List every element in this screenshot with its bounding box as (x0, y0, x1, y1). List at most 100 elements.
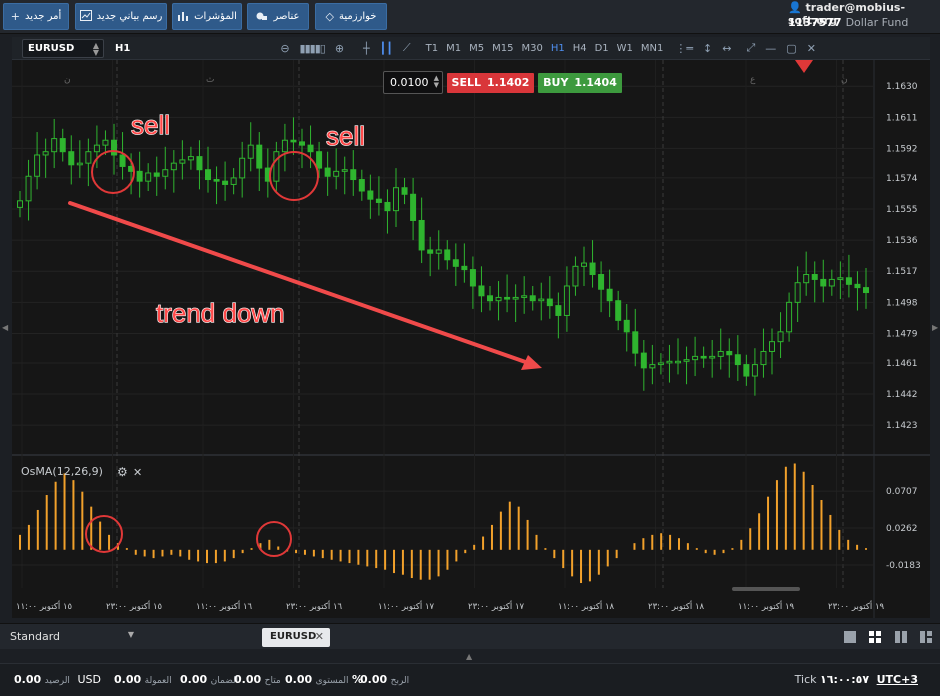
vertical-scale-icon[interactable]: ↕ (703, 42, 712, 55)
timezone-selector[interactable]: UTC+3 (877, 673, 918, 686)
line-chart-icon[interactable]: ⟋ (403, 41, 411, 55)
new-chart-label: رسم بياني جديد (96, 11, 163, 22)
candle-body (589, 262, 596, 276)
chart-svg[interactable]: 1.1630 1.1611 1.1592 1.1574 1.1555 1.1536 1.15… (12, 60, 930, 618)
quantity-spinner-icon[interactable]: ▲ ▼ (434, 75, 439, 89)
chart-toolbar: EURUSD ▲ ▼ H1 ⊖ ▮▮▮▮▯ ⊕ ┼ ┃┃ ⟋ T1 M1 M5 M15 M… (12, 37, 930, 60)
buy-button[interactable]: BUY 1.1404 (538, 72, 622, 93)
available-label: متاح (264, 676, 281, 686)
candle-body (42, 151, 49, 156)
candle-body (760, 350, 767, 366)
crosshair-icon[interactable]: ⋮═ (675, 42, 693, 55)
time-tick-label: ١٦ أكتوبر ١١:٠٠ (196, 600, 253, 612)
time-tick-label: ١٦ أكتوبر ٢٣:٠٠ (286, 600, 343, 612)
quantity-input[interactable]: 0.0100 ▲ ▼ (383, 71, 443, 94)
symbol-tab[interactable]: EURUSD ✕ (262, 628, 330, 647)
candle-body (615, 300, 622, 321)
remove-indicator-icon[interactable]: ✕ (133, 466, 142, 479)
chart-area[interactable]: 1.1630 1.1611 1.1592 1.1574 1.1555 1.1536 1.15… (12, 60, 930, 618)
close-tab-icon[interactable]: ✕ (315, 630, 324, 643)
settings-icon[interactable]: ⚙ (117, 465, 128, 479)
candle-body (529, 295, 536, 302)
commission-field: 0.00 العمولة (114, 673, 172, 686)
zoom-out-icon[interactable]: ⊖ (280, 42, 289, 55)
chart-scrollbar[interactable] (732, 587, 800, 591)
candle-body (316, 151, 323, 169)
candle-body (410, 193, 417, 221)
candle-body (692, 355, 699, 361)
price-tick-label: 1.1592 (886, 144, 918, 154)
candle-body (828, 278, 835, 287)
layout-rows-icon[interactable] (919, 630, 933, 644)
timeframe-h1[interactable]: H1 (551, 43, 565, 54)
symbol-selector[interactable]: EURUSD ▲ ▼ (22, 38, 104, 58)
candle-body (341, 169, 348, 172)
layout-grid-icon[interactable] (868, 630, 882, 644)
candle-body (162, 169, 169, 177)
candle-body (324, 167, 331, 177)
left-collapse-icon[interactable]: ◀ (2, 323, 8, 332)
candle-body (751, 364, 758, 377)
candle-body (247, 144, 254, 159)
timeframe-m1[interactable]: M1 (446, 43, 461, 54)
layout-single-icon[interactable] (843, 630, 857, 644)
timeframe-m5[interactable]: M5 (469, 43, 484, 54)
timeframe-t1[interactable]: T1 (426, 43, 438, 54)
candles-icon[interactable]: ┃┃ (380, 42, 393, 55)
time-tick-label: ١٧ أكتوبر ٢٣:٠٠ (468, 600, 525, 612)
objects-button[interactable]: عناصر (247, 3, 309, 30)
candle-body (350, 169, 357, 181)
account-fund: Dollar Fund (845, 16, 909, 29)
plus-icon: + (10, 10, 20, 23)
timeframe-h4[interactable]: H4 (573, 43, 587, 54)
candle-body (384, 201, 391, 212)
timeframe-d1[interactable]: D1 (595, 43, 609, 54)
panel-resize-handle[interactable]: ▲ (466, 652, 472, 661)
candle-body (435, 249, 442, 254)
indicator-label: OsMA(12,26,9) (21, 465, 103, 478)
horizontal-scale-icon[interactable]: ↔ (722, 42, 731, 55)
minimize-icon[interactable]: — (765, 42, 776, 55)
account-info[interactable]: 👤 trader@mobius-soft.org 1137577 Dollar F… (788, 1, 934, 31)
status-bar: 0.00 الرصيد USD 0.00 العمولة 0.00 الضمان… (0, 663, 940, 696)
symbol-tab-label: EURUSD (270, 631, 317, 642)
layout-selector[interactable]: Standard ▼ (10, 630, 134, 643)
candle-body (632, 331, 639, 354)
balance-label: الرصيد (44, 676, 70, 686)
new-order-button[interactable]: + أمر جديد (3, 3, 69, 30)
timeframe-m30[interactable]: M30 (521, 43, 542, 54)
sell-annotation-1: sell (131, 110, 170, 140)
timeframe-w1[interactable]: W1 (617, 43, 633, 54)
osma-tick-label: 0.0262 (886, 524, 918, 534)
time-tick-label: ١٨ أكتوبر ٢٣:٠٠ (648, 600, 705, 612)
zoom-slider[interactable]: ▮▮▮▮▯ (300, 42, 326, 55)
price-tick-label: 1.1555 (886, 205, 918, 215)
new-chart-button[interactable]: رسم بياني جديد (75, 3, 167, 30)
zoom-in-icon[interactable]: ⊕ (335, 42, 344, 55)
candle-body (512, 296, 519, 300)
profit-field: 0.00 الربح (360, 673, 409, 686)
popout-icon[interactable]: ⤢ (746, 41, 755, 55)
spinner-icon: ▲ ▼ (92, 40, 99, 57)
candle-body (145, 172, 152, 182)
candle-body (555, 305, 562, 316)
candle-body (863, 287, 869, 294)
timeframe-m15[interactable]: M15 (492, 43, 513, 54)
right-collapse-icon[interactable]: ▶ (932, 323, 938, 332)
algorithm-button[interactable]: ◇ خوارزمية (315, 3, 387, 30)
bar-chart-icon[interactable]: ┼ (363, 42, 370, 55)
close-icon[interactable]: ✕ (807, 42, 816, 55)
indicators-button[interactable]: المؤشرات (172, 3, 242, 30)
chevron-down-icon: ▼ (127, 630, 134, 639)
trading-app: + أمر جديد رسم بياني جديد المؤشرات عناصر… (0, 0, 940, 696)
level-field: 0.00 المستوى % (285, 673, 363, 686)
candle-body (51, 138, 58, 153)
sell-button[interactable]: SELL 1.1402 (447, 72, 534, 93)
timeframe-mn1[interactable]: MN1 (641, 43, 663, 54)
candle-body (427, 249, 434, 254)
candle-body (743, 364, 750, 377)
layout-columns-icon[interactable] (894, 630, 908, 644)
maximize-icon[interactable]: ▢ (786, 42, 796, 55)
profit-value: 0.00 (360, 673, 388, 686)
candle-body (393, 187, 399, 212)
